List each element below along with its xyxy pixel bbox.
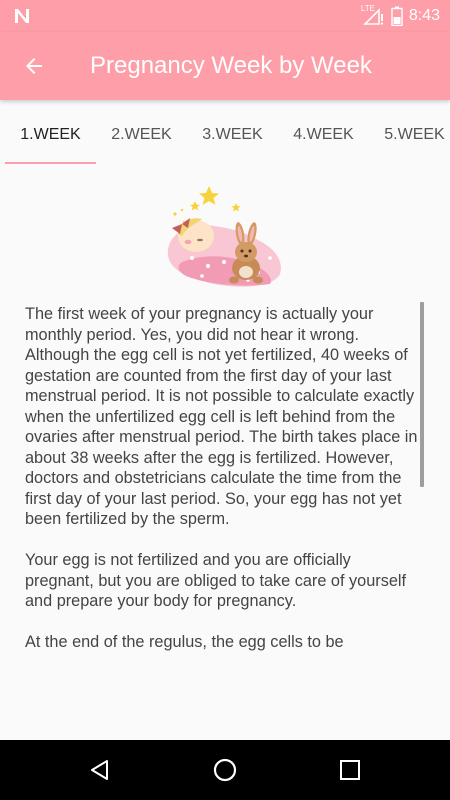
notification-n-icon bbox=[12, 6, 32, 26]
app-bar: Pregnancy Week by Week bbox=[0, 32, 450, 100]
article-paragraph: Your egg is not fertilized and you are o… bbox=[25, 551, 407, 610]
arrow-left-icon bbox=[26, 58, 42, 74]
status-bar: LTE 8:43 bbox=[0, 0, 450, 32]
status-icons: LTE 8:43 bbox=[361, 0, 440, 32]
tab-week-4[interactable]: 4.WEEK bbox=[278, 100, 369, 164]
article-paragraph: The first week of your pregnancy is actu… bbox=[25, 305, 418, 528]
week-tabs: 1.WEEK 2.WEEK 3.WEEK 4.WEEK 5.WEEK bbox=[0, 100, 450, 164]
circle-home-icon bbox=[213, 758, 237, 782]
nav-home-button[interactable] bbox=[195, 740, 255, 800]
article-paragraph: At the end of the regulus, the egg cells… bbox=[25, 633, 344, 651]
back-button[interactable] bbox=[14, 46, 54, 86]
sleeping-baby-illustration bbox=[162, 184, 288, 288]
status-time: 8:43 bbox=[408, 7, 440, 24]
battery-icon bbox=[391, 6, 403, 27]
star-icon bbox=[190, 201, 200, 211]
system-navigation-bar bbox=[0, 740, 450, 800]
star-icon bbox=[231, 203, 241, 212]
nav-recents-button[interactable] bbox=[320, 740, 380, 800]
tab-week-1[interactable]: 1.WEEK bbox=[5, 100, 96, 164]
tab-week-3[interactable]: 3.WEEK bbox=[187, 100, 278, 164]
star-icon bbox=[199, 186, 219, 205]
nav-back-button[interactable] bbox=[70, 740, 130, 800]
week-content[interactable]: The first week of your pregnancy is actu… bbox=[0, 164, 450, 664]
page-title: Pregnancy Week by Week bbox=[90, 52, 372, 79]
signal-lte-icon: LTE bbox=[361, 4, 385, 26]
tab-week-2[interactable]: 2.WEEK bbox=[96, 100, 187, 164]
triangle-back-icon bbox=[91, 760, 108, 780]
scrollbar[interactable] bbox=[420, 302, 424, 487]
week-article: The first week of your pregnancy is actu… bbox=[25, 304, 420, 664]
square-recents-icon bbox=[340, 760, 360, 780]
tab-week-5[interactable]: 5.WEEK bbox=[369, 100, 450, 164]
